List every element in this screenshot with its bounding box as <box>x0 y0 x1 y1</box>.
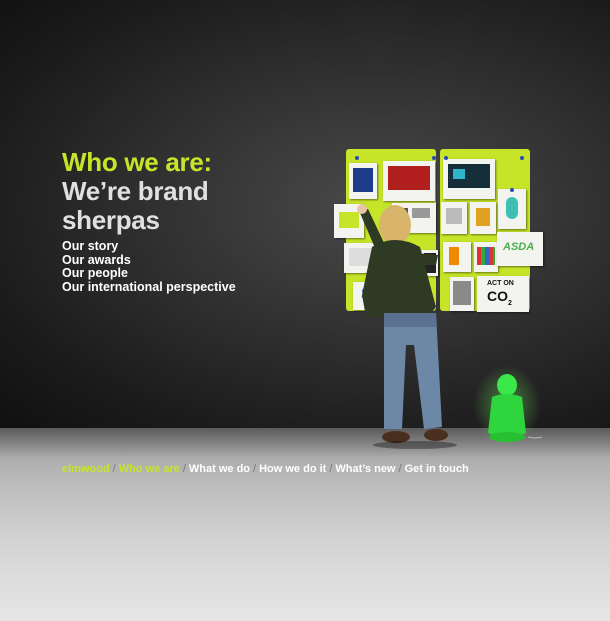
nav-item-what-we-do[interactable]: What we do <box>189 463 250 475</box>
page-headline: Who we are: We’re brand sherpas <box>62 148 212 235</box>
asda-label: ASDA <box>503 241 535 253</box>
headline-tagline-line1: We’re brand <box>62 176 209 206</box>
co2-label: CO2 <box>487 288 512 307</box>
subnav-item-our-people[interactable]: Our people <box>62 266 236 281</box>
section-subnav: Our story Our awards Our people Our inte… <box>62 239 236 295</box>
headline-tagline-line2: sherpas <box>62 205 160 235</box>
main-nav: elmwood / Who we are / What we do / How we do … <box>62 462 469 476</box>
pin <box>520 156 524 160</box>
board-card-8 <box>470 202 496 234</box>
nav-brand-elmwood[interactable]: elmwood <box>62 463 110 475</box>
pin <box>355 156 359 160</box>
nav-separator: / <box>112 463 116 475</box>
board-card-10 <box>474 242 498 272</box>
nav-separator: / <box>329 463 333 475</box>
pin <box>432 156 436 160</box>
nav-item-whats-new[interactable]: What’s new <box>335 463 395 475</box>
nav-item-how-we-do-it[interactable]: How we do it <box>259 463 326 475</box>
nav-separator: / <box>253 463 257 475</box>
act-on-co2-card: ACT ON CO2 <box>477 276 529 312</box>
board-card-1 <box>349 163 377 199</box>
asda-card: ASDA <box>497 232 543 266</box>
board-card-3 <box>443 159 495 199</box>
nav-separator: / <box>182 463 186 475</box>
pin <box>510 188 514 192</box>
nav-item-get-in-touch[interactable]: Get in touch <box>405 463 469 475</box>
board-card-4 <box>498 189 526 229</box>
nav-item-who-we-are[interactable]: Who we are <box>119 463 180 475</box>
glowing-figurine-lamp <box>473 365 542 445</box>
subnav-item-our-awards[interactable]: Our awards <box>62 253 236 268</box>
nav-separator: / <box>398 463 402 475</box>
subnav-item-our-story[interactable]: Our story <box>62 239 236 254</box>
headline-who-we-are: Who we are: <box>62 147 212 177</box>
person-figure <box>357 204 457 449</box>
subnav-item-international-perspective[interactable]: Our international perspective <box>62 280 236 295</box>
pin <box>444 156 448 160</box>
act-on-label: ACT ON <box>487 280 514 287</box>
